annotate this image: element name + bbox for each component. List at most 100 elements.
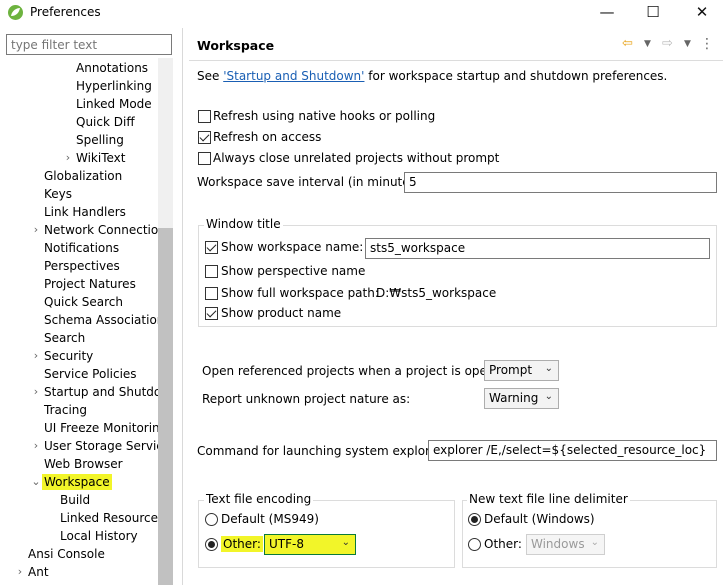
tree-item-label: Annotations [76, 61, 149, 75]
view-menu-icon[interactable]: ⋮ [700, 36, 714, 52]
tree-item-label: Workspace [42, 474, 112, 490]
show-product-checkbox[interactable] [205, 307, 218, 320]
startup-shutdown-link[interactable]: 'Startup and Shutdown' [223, 69, 364, 83]
tree-item-label: Startup and Shutdown [44, 385, 158, 399]
show-full-path-checkbox[interactable] [205, 287, 218, 300]
tree-item-globalization[interactable]: Globalization [44, 167, 122, 185]
intro-prefix: See [197, 69, 224, 83]
chevron-right-icon[interactable]: › [63, 149, 73, 167]
chevron-right-icon[interactable]: › [31, 383, 41, 401]
tree-item-ansi-console[interactable]: Ansi Console [28, 545, 105, 563]
tree-item-label: Keys [44, 187, 73, 201]
tree-item-network-connections[interactable]: ›Network Connections [34, 221, 158, 239]
chevron-down-icon: ⌄ [341, 537, 350, 548]
encoding-other-radio[interactable] [205, 538, 218, 551]
tree-item-label: Service Policies [44, 367, 137, 381]
tree-item-label: Tracing [44, 403, 88, 417]
tree-item-label: Hyperlinking [76, 79, 152, 93]
delimiter-other-select[interactable]: Windows ⌄ [526, 534, 605, 555]
tree-item-quick-search[interactable]: Quick Search [44, 293, 123, 311]
tree-item-label: Local History [60, 529, 138, 543]
delimiter-other-label: Other: [484, 537, 522, 551]
explorer-command-label: Command for launching system explorer: [197, 444, 446, 458]
encoding-other-select[interactable]: UTF-8 ⌄ [264, 534, 356, 555]
tree-item-spelling[interactable]: Spelling [76, 131, 124, 149]
tree-item-label: Security [44, 349, 94, 363]
back-menu-icon[interactable]: ▼ [644, 39, 651, 49]
tree-item-quick-diff[interactable]: Quick Diff [76, 113, 135, 131]
tree-item-perspectives[interactable]: Perspectives [44, 257, 120, 275]
window-title: Preferences [30, 5, 101, 19]
refresh-access-checkbox[interactable] [198, 131, 211, 144]
tree-item-label: Ansi Console [28, 547, 105, 561]
save-interval-label: Workspace save interval (in minutes): [197, 175, 425, 189]
chevron-down-icon[interactable]: ⌄ [31, 473, 41, 491]
tree-item-label: Quick Diff [76, 115, 135, 129]
tree-item-workspace[interactable]: ⌄ Workspace [31, 473, 112, 491]
encoding-default-radio[interactable] [205, 513, 218, 526]
chevron-right-icon[interactable]: › [31, 437, 41, 455]
window-title-group-label: Window title [204, 217, 283, 231]
delimiter-default-radio[interactable] [468, 513, 481, 526]
save-interval-input[interactable]: 5 [404, 172, 717, 193]
workspace-name-input[interactable]: sts5_workspace [365, 238, 710, 259]
tree-item-keys[interactable]: Keys [44, 185, 72, 203]
forward-arrow-icon[interactable]: ⇨ [662, 36, 673, 51]
tree-item-linked-mode[interactable]: Linked Mode [76, 95, 152, 113]
open-referenced-select[interactable]: Prompt ⌄ [484, 360, 559, 381]
maximize-button[interactable]: ☐ [636, 2, 670, 22]
tree-item-label: WikiText [76, 151, 126, 165]
spring-leaf-icon [8, 5, 23, 20]
show-perspective-checkbox[interactable] [205, 265, 218, 278]
tree-item-web-browser[interactable]: Web Browser [44, 455, 123, 473]
open-referenced-label: Open referenced projects when a project … [202, 364, 514, 378]
always-close-label: Always close unrelated projects without … [213, 151, 500, 165]
refresh-native-checkbox[interactable] [198, 110, 211, 123]
encoding-default-label: Default (MS949) [221, 512, 319, 526]
explorer-command-input[interactable]: explorer /E,/select=${selected_resource_… [428, 440, 717, 461]
tree-item-local-history[interactable]: Local History [60, 527, 138, 545]
tree-item-ui-freeze-monitoring[interactable]: UI Freeze Monitoring [44, 419, 158, 437]
tree-item-wikitext[interactable]: › WikiText [66, 149, 126, 167]
pane-divider[interactable] [182, 28, 183, 585]
delimiter-other-value: Windows [531, 537, 585, 551]
tree-item-hyperlinking[interactable]: Hyperlinking [76, 77, 152, 95]
chevron-right-icon[interactable]: › [31, 347, 41, 365]
tree-item-security[interactable]: › Security [34, 347, 94, 365]
show-workspace-name-label: Show workspace name: [221, 240, 364, 254]
show-full-path-label: Show full workspace path: [221, 286, 379, 300]
tree-item-label: Spelling [76, 133, 124, 147]
show-workspace-name-checkbox[interactable] [205, 241, 218, 254]
tree-item-annotations[interactable]: Annotations [76, 59, 148, 77]
tree-item-service-policies[interactable]: Service Policies [44, 365, 137, 383]
report-unknown-label: Report unknown project nature as: [202, 392, 411, 406]
tree-item-label: Web Browser [44, 457, 123, 471]
tree-item-search[interactable]: Search [44, 329, 85, 347]
title-separator [189, 60, 723, 61]
forward-menu-icon[interactable]: ▼ [684, 39, 691, 49]
tree-item-tracing[interactable]: Tracing [44, 401, 87, 419]
tree-scrollbar-thumb[interactable] [158, 228, 173, 585]
tree-item-startup-and-shutdown[interactable]: ›Startup and Shutdown [34, 383, 158, 401]
tree-item-ant[interactable]: › Ant [18, 563, 49, 581]
tree-item-notifications[interactable]: Notifications [44, 239, 119, 257]
full-path-value: D:₩sts5_workspace [376, 286, 497, 300]
tree-item-project-natures[interactable]: Project Natures [44, 275, 136, 293]
close-button[interactable]: ✕ [685, 2, 719, 22]
tree-item-schema-associations[interactable]: Schema Associations [44, 311, 158, 329]
minimize-button[interactable]: — [590, 2, 624, 22]
report-unknown-value: Warning [489, 391, 539, 405]
tree-item-label: UI Freeze Monitoring [44, 421, 158, 435]
tree-item-linked-resources[interactable]: Linked Resources [60, 509, 158, 527]
chevron-right-icon[interactable]: › [15, 563, 25, 581]
tree-item-build[interactable]: Build [60, 491, 90, 509]
tree-item-link-handlers[interactable]: Link Handlers [44, 203, 126, 221]
always-close-checkbox[interactable] [198, 152, 211, 165]
filter-input[interactable] [6, 34, 172, 55]
show-product-label: Show product name [221, 306, 342, 320]
tree-item-user-storage-service[interactable]: › User Storage Service [34, 437, 158, 455]
tree-item-label: Quick Search [44, 295, 123, 309]
delimiter-other-radio[interactable] [468, 538, 481, 551]
chevron-right-icon[interactable]: › [31, 221, 41, 239]
report-unknown-select[interactable]: Warning ⌄ [484, 388, 559, 409]
